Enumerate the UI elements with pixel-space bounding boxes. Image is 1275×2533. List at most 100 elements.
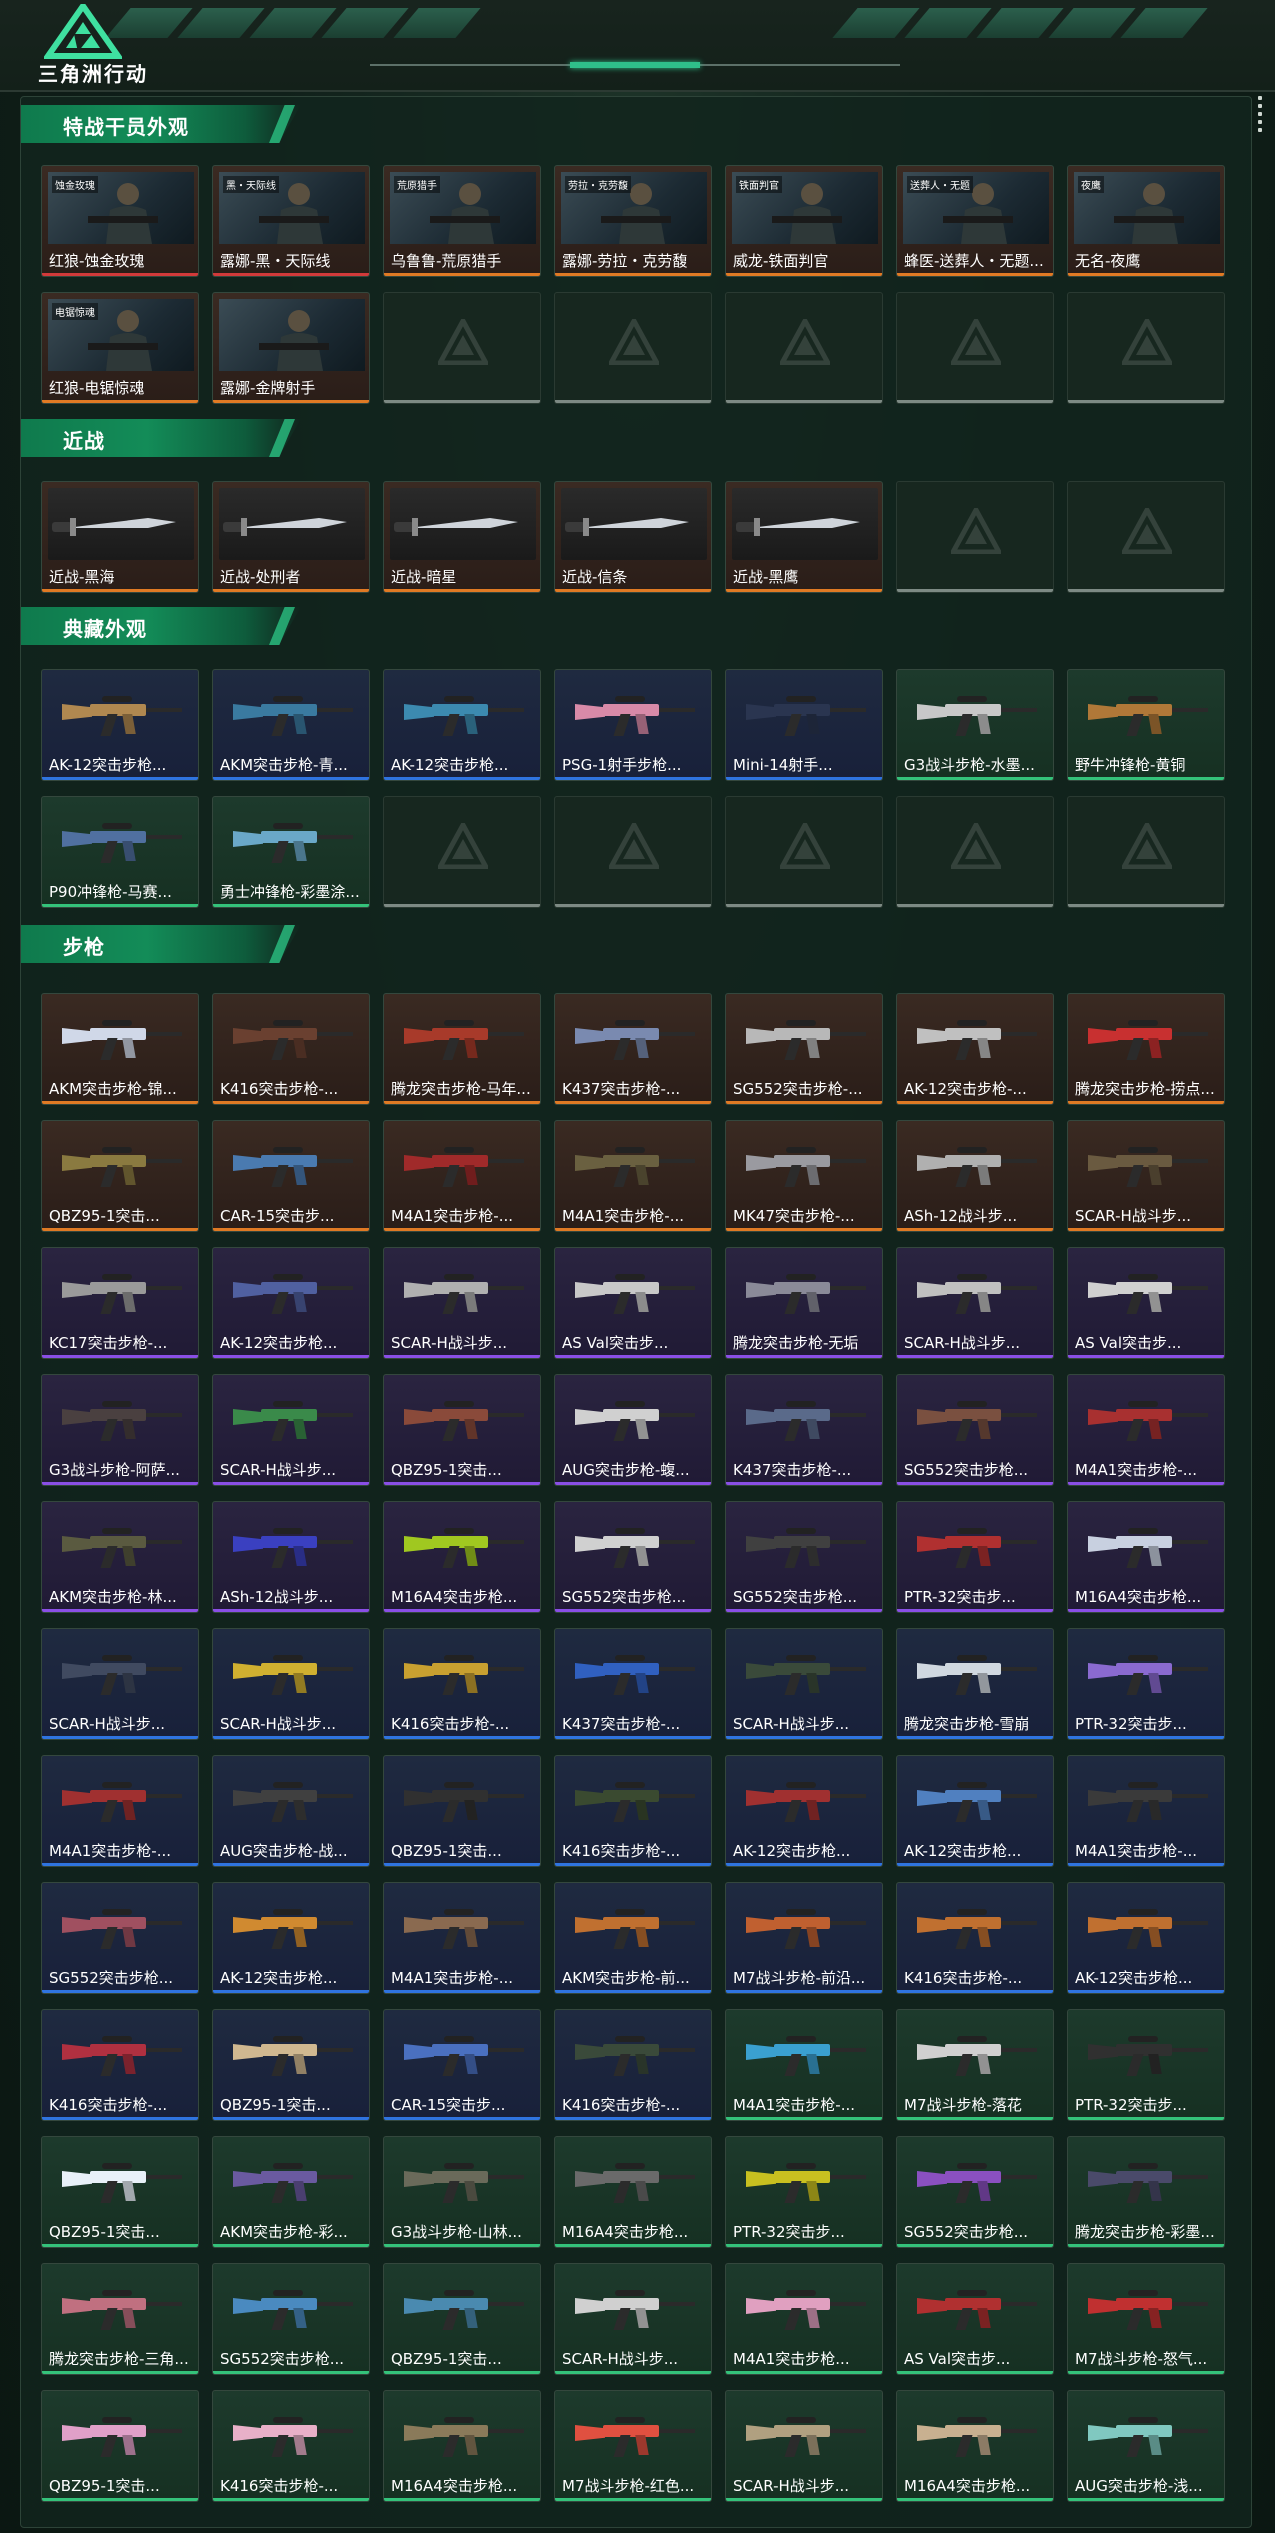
item-card[interactable]: AUG突击步枪-浅... [1067, 2390, 1225, 2502]
item-card[interactable]: M7战斗步枪-落花 [896, 2009, 1054, 2121]
item-card[interactable]: SCAR-H战斗步... [41, 1628, 199, 1740]
item-card[interactable]: M16A4突击步枪... [383, 1501, 541, 1613]
item-card[interactable]: SG552突击步枪... [725, 1501, 883, 1613]
item-card[interactable]: 近战-暗星 [383, 481, 541, 593]
item-card[interactable]: AK-12突击步枪... [41, 669, 199, 781]
item-card[interactable]: QBZ95-1突击... [212, 2009, 370, 2121]
item-card[interactable]: M4A1突击步枪-... [725, 2009, 883, 2121]
item-card[interactable]: M4A1突击步枪-... [383, 1882, 541, 1994]
item-card[interactable]: AKM突击步枪-彩... [212, 2136, 370, 2248]
item-card[interactable]: 近战-信条 [554, 481, 712, 593]
item-card[interactable]: SCAR-H战斗步... [725, 1628, 883, 1740]
item-card[interactable]: Mini-14射手... [725, 669, 883, 781]
item-card[interactable]: M7战斗步枪-前沿... [725, 1882, 883, 1994]
item-card[interactable]: 近战-黑海 [41, 481, 199, 593]
item-card[interactable]: M4A1突击步枪-... [41, 1755, 199, 1867]
item-card[interactable]: AKM突击步枪-前... [554, 1882, 712, 1994]
item-card[interactable]: QBZ95-1突击... [383, 1755, 541, 1867]
item-card[interactable]: AK-12突击步枪... [212, 1247, 370, 1359]
item-card[interactable]: AKM突击步枪-青... [212, 669, 370, 781]
item-card[interactable]: 电锯惊魂 红狼-电锯惊魂 [41, 292, 199, 404]
item-card[interactable]: M16A4突击步枪... [896, 2390, 1054, 2502]
item-card[interactable]: AK-12突击步枪... [383, 669, 541, 781]
item-card[interactable]: M16A4突击步枪... [554, 2136, 712, 2248]
item-card[interactable]: 荒原猎手 乌鲁鲁-荒原猎手 [383, 165, 541, 277]
item-card[interactable]: 劳拉・克劳馥 露娜-劳拉・克劳馥 [554, 165, 712, 277]
item-card[interactable]: M4A1突击步枪-... [1067, 1755, 1225, 1867]
item-card[interactable]: SCAR-H战斗步... [212, 1628, 370, 1740]
item-card[interactable]: PTR-32突击步... [725, 2136, 883, 2248]
more-menu-icon[interactable] [1258, 96, 1264, 136]
item-card[interactable]: K416突击步枪-... [554, 1755, 712, 1867]
item-card[interactable]: 腾龙突击步枪-马年... [383, 993, 541, 1105]
item-card[interactable]: SG552突击步枪... [554, 1501, 712, 1613]
item-card[interactable]: M16A4突击步枪... [1067, 1501, 1225, 1613]
item-card[interactable]: PSG-1射手步枪... [554, 669, 712, 781]
item-card[interactable]: PTR-32突击步... [1067, 1628, 1225, 1740]
item-card[interactable]: SCAR-H战斗步... [896, 1247, 1054, 1359]
item-card[interactable]: QBZ95-1突击... [383, 2263, 541, 2375]
item-card[interactable]: G3战斗步枪-水墨... [896, 669, 1054, 781]
item-card[interactable]: 近战-处刑者 [212, 481, 370, 593]
item-card[interactable]: G3战斗步枪-山林... [383, 2136, 541, 2248]
item-card[interactable]: SCAR-H战斗步... [383, 1247, 541, 1359]
item-card[interactable]: AK-12突击步枪... [212, 1882, 370, 1994]
item-card[interactable]: M16A4突击步枪... [383, 2390, 541, 2502]
item-card[interactable]: 勇士冲锋枪-彩墨涂... [212, 796, 370, 908]
item-card[interactable]: SG552突击步枪... [212, 2263, 370, 2375]
item-card[interactable]: KC17突击步枪-... [41, 1247, 199, 1359]
item-card[interactable]: K416突击步枪-... [212, 2390, 370, 2502]
item-card[interactable]: 野牛冲锋枪-黄铜 [1067, 669, 1225, 781]
item-card[interactable]: ASh-12战斗步... [212, 1501, 370, 1613]
item-card[interactable]: AK-12突击步枪... [725, 1755, 883, 1867]
item-card[interactable]: AUG突击步枪-蝮... [554, 1374, 712, 1486]
item-card[interactable]: QBZ95-1突击... [41, 2390, 199, 2502]
item-card[interactable]: K437突击步枪-... [554, 993, 712, 1105]
item-card[interactable]: AKM突击步枪-林... [41, 1501, 199, 1613]
item-card[interactable]: AK-12突击步枪-... [896, 993, 1054, 1105]
item-card[interactable]: QBZ95-1突击... [383, 1374, 541, 1486]
item-card[interactable]: K416突击步枪-... [41, 2009, 199, 2121]
item-card[interactable]: K416突击步枪-... [212, 993, 370, 1105]
item-card[interactable]: AUG突击步枪-战... [212, 1755, 370, 1867]
item-card[interactable]: AK-12突击步枪... [1067, 1882, 1225, 1994]
item-card[interactable]: 夜鹰 无名-夜鹰 [1067, 165, 1225, 277]
item-card[interactable]: PTR-32突击步... [896, 1501, 1054, 1613]
item-card[interactable]: M4A1突击步枪-... [1067, 1374, 1225, 1486]
item-card[interactable]: K416突击步枪-... [383, 1628, 541, 1740]
item-card[interactable]: 送葬人・无题 蜂医-送葬人・无题... [896, 165, 1054, 277]
item-card[interactable]: M7战斗步枪-红色... [554, 2390, 712, 2502]
item-card[interactable]: 腾龙突击步枪-三角... [41, 2263, 199, 2375]
item-card[interactable]: 腾龙突击步枪-雪崩 [896, 1628, 1054, 1740]
item-card[interactable]: 腾龙突击步枪-无垢 [725, 1247, 883, 1359]
item-card[interactable]: M7战斗步枪-怒气... [1067, 2263, 1225, 2375]
item-card[interactable]: P90冲锋枪-马赛... [41, 796, 199, 908]
item-card[interactable]: QBZ95-1突击... [41, 2136, 199, 2248]
item-card[interactable]: 蚀金玫瑰 红狼-蚀金玫瑰 [41, 165, 199, 277]
item-card[interactable]: CAR-15突击步... [383, 2009, 541, 2121]
item-card[interactable]: M4A1突击步枪-... [383, 1120, 541, 1232]
item-card[interactable]: SCAR-H战斗步... [212, 1374, 370, 1486]
item-card[interactable]: K416突击步枪-... [554, 2009, 712, 2121]
item-card[interactable]: AS Val突击步... [896, 2263, 1054, 2375]
item-card[interactable]: 露娜-金牌射手 [212, 292, 370, 404]
item-card[interactable]: 腾龙突击步枪-捞点... [1067, 993, 1225, 1105]
item-card[interactable]: SG552突击步枪-... [725, 993, 883, 1105]
item-card[interactable]: CAR-15突击步... [212, 1120, 370, 1232]
item-card[interactable]: AS Val突击步... [554, 1247, 712, 1359]
item-card[interactable]: AS Val突击步... [1067, 1247, 1225, 1359]
item-card[interactable]: SG552突击步枪... [896, 1374, 1054, 1486]
item-card[interactable]: ASh-12战斗步... [896, 1120, 1054, 1232]
item-card[interactable]: SCAR-H战斗步... [554, 2263, 712, 2375]
item-card[interactable]: 近战-黑鹰 [725, 481, 883, 593]
item-card[interactable]: 黑・天际线 露娜-黑・天际线 [212, 165, 370, 277]
item-card[interactable]: K437突击步枪-... [554, 1628, 712, 1740]
item-card[interactable]: AKM突击步枪-锦... [41, 993, 199, 1105]
item-card[interactable]: 铁面判官 威龙-铁面判官 [725, 165, 883, 277]
item-card[interactable]: SCAR-H战斗步... [1067, 1120, 1225, 1232]
item-card[interactable]: MK47突击步枪-... [725, 1120, 883, 1232]
item-card[interactable]: PTR-32突击步... [1067, 2009, 1225, 2121]
item-card[interactable]: K437突击步枪-... [725, 1374, 883, 1486]
item-card[interactable]: SG552突击步枪... [41, 1882, 199, 1994]
item-card[interactable]: SG552突击步枪... [896, 2136, 1054, 2248]
